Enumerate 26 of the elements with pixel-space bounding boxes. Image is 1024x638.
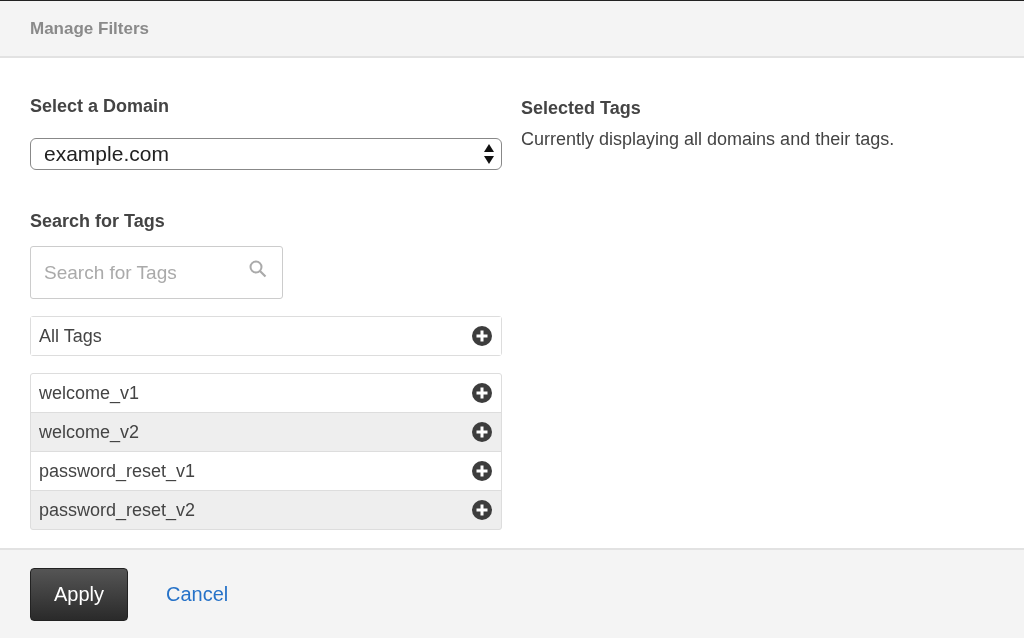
domain-select[interactable]: example.com: [30, 138, 502, 170]
cancel-link[interactable]: Cancel: [166, 582, 229, 606]
search-icon: [249, 260, 267, 278]
add-icon[interactable]: [471, 499, 493, 521]
tag-name: welcome_v2: [39, 421, 140, 443]
tag-name: All Tags: [39, 325, 102, 347]
tag-name: password_reset_v2: [39, 499, 196, 521]
dialog-title: Manage Filters: [30, 18, 150, 39]
add-icon[interactable]: [471, 325, 493, 347]
search-field[interactable]: Search for Tags: [30, 246, 283, 299]
tag-name: welcome_v1: [39, 382, 140, 404]
selected-tags-heading: Selected Tags: [521, 98, 642, 119]
tag-row[interactable]: All Tags: [31, 317, 501, 355]
search-label: Search for Tags: [30, 211, 166, 232]
tag-row[interactable]: password_reset_v1: [31, 452, 501, 490]
selected-tags-message: Currently displaying all domains and their tags.: [521, 129, 896, 150]
add-icon[interactable]: [471, 382, 493, 404]
tag-row[interactable]: welcome_v2: [31, 413, 501, 451]
domain-label: Select a Domain: [30, 96, 171, 117]
add-icon[interactable]: [471, 460, 493, 482]
tag-row[interactable]: password_reset_v2: [31, 491, 501, 529]
tag-row[interactable]: welcome_v1: [31, 374, 501, 412]
sort-arrows-icon: [483, 143, 495, 165]
add-icon[interactable]: [471, 421, 493, 443]
tag-name: password_reset_v1: [39, 460, 196, 482]
apply-button[interactable]: Apply: [30, 567, 128, 621]
